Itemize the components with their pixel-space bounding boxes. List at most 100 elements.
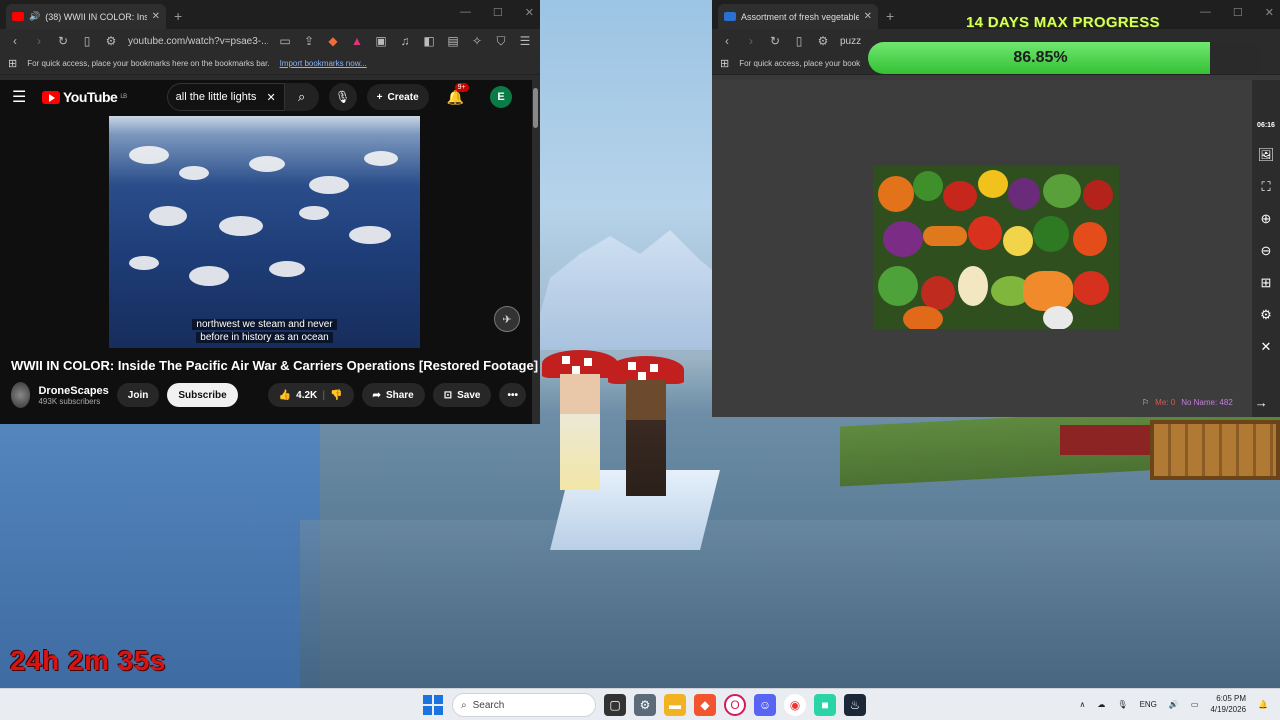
hamburger-menu-icon[interactable]: ☰ <box>12 87 32 107</box>
grid-icon[interactable]: ⊞ <box>1261 267 1272 299</box>
brave-shield-icon[interactable]: ◆ <box>326 34 340 48</box>
puzzle-timer: 06:16 <box>1257 122 1275 129</box>
next-arrow-icon[interactable]: → <box>1255 395 1268 410</box>
fullscreen-icon[interactable]: ⛶ <box>1261 171 1270 203</box>
volume-icon[interactable]: 🔊 <box>1169 700 1179 709</box>
network-icon[interactable]: ▭ <box>1191 700 1199 709</box>
cast-icon[interactable]: ▭ <box>278 34 292 48</box>
clear-search-icon[interactable]: ✕ <box>266 91 275 104</box>
bookmarks-hint: For quick access, place your bookmarks h… <box>27 59 270 68</box>
apps-grid-icon[interactable]: ⊞ <box>720 57 729 70</box>
share-icon[interactable]: ⇪ <box>302 34 316 48</box>
media-icon[interactable]: ♫ <box>398 34 412 48</box>
reload-icon[interactable]: ↻ <box>56 34 70 48</box>
maximize-icon[interactable]: ☐ <box>493 6 503 19</box>
minimize-icon[interactable]: — <box>460 6 471 19</box>
sidebar-icon[interactable]: ◧ <box>422 34 436 48</box>
video-player[interactable]: northwest we steam and never before in h… <box>109 116 420 348</box>
tabs-icon[interactable]: ▣ <box>374 34 388 48</box>
app-icon[interactable]: ■ <box>814 694 836 716</box>
opera-icon[interactable]: O <box>724 694 746 716</box>
channel-name[interactable]: DroneScapes <box>38 385 108 397</box>
red-block <box>1060 425 1160 455</box>
import-bookmarks-link[interactable]: Import bookmarks now... <box>280 59 367 68</box>
bookmark-icon[interactable]: ▯ <box>792 34 806 48</box>
back-icon[interactable]: ‹ <box>720 34 734 48</box>
menu-icon[interactable]: ☰ <box>518 34 532 48</box>
zoom-out-icon[interactable]: ⊖ <box>1261 235 1272 267</box>
vegetables-puzzle-image[interactable] <box>873 166 1119 329</box>
close-tab-icon[interactable]: ✕ <box>152 11 160 22</box>
apps-grid-icon[interactable]: ⊞ <box>8 57 17 70</box>
search-value: all the little lights <box>175 91 257 103</box>
create-label: Create <box>387 91 419 103</box>
reload-icon[interactable]: ↻ <box>768 34 782 48</box>
notifications-icon[interactable]: 🔔 <box>1258 700 1268 709</box>
discord-icon[interactable]: ☺ <box>754 694 776 716</box>
progress-label: 86.85% <box>1013 49 1068 66</box>
account-avatar[interactable]: E <box>490 86 513 108</box>
voice-search-button[interactable]: 🎙 <box>328 83 357 111</box>
steam-icon[interactable]: ♨ <box>844 694 866 716</box>
create-button[interactable]: + Create <box>366 84 429 110</box>
wallet-icon[interactable]: ▤ <box>446 34 460 48</box>
dislike-icon[interactable]: 👎 <box>330 390 342 401</box>
chrome-icon[interactable]: ◉ <box>784 694 806 716</box>
channel-avatar[interactable] <box>11 382 31 408</box>
clock[interactable]: 6:05 PM 4/19/2026 <box>1210 693 1246 715</box>
site-info-icon[interactable]: ⚙ <box>104 34 118 48</box>
save-button[interactable]: ⊡ Save <box>432 383 492 407</box>
vpn-icon[interactable]: ⛉ <box>494 34 508 49</box>
share-button[interactable]: ➦ Share <box>361 383 425 407</box>
youtube-page: ☰ YouTube LB all the little lights ✕ ⌕ 🎙… <box>0 80 538 424</box>
clock-date: 4/19/2026 <box>1210 705 1247 714</box>
youtube-logo[interactable]: YouTube LB <box>42 89 127 105</box>
subscribe-button[interactable]: Subscribe <box>167 383 238 407</box>
channel-watermark-icon[interactable]: ✈ <box>494 306 520 332</box>
back-icon[interactable]: ‹ <box>8 34 22 48</box>
search-button[interactable]: ⌕ <box>284 83 319 111</box>
address-input[interactable]: youtube.com/watch?v=psae3-... <box>128 36 268 47</box>
site-info-icon[interactable]: ⚙ <box>816 34 830 48</box>
youtube-search-input[interactable]: all the little lights ✕ <box>166 83 285 111</box>
mic-icon[interactable]: 🎙 <box>1117 700 1127 709</box>
scrollbar[interactable] <box>533 88 538 128</box>
close-window-icon[interactable]: ✕ <box>1265 6 1274 19</box>
file-explorer-icon[interactable]: ▬ <box>664 694 686 716</box>
progress-title: 14 DAYS MAX PROGRESS <box>966 14 1160 31</box>
youtube-logo-text: YouTube <box>63 89 118 105</box>
maximize-icon[interactable]: ☐ <box>1233 6 1243 19</box>
save-label: Save <box>457 389 481 401</box>
forward-icon[interactable]: › <box>744 34 758 48</box>
tab-youtube[interactable]: 🔊 (38) WWII IN COLOR: Inside T ✕ <box>6 4 166 29</box>
like-count[interactable]: 4.2K <box>296 390 317 401</box>
close-tab-icon[interactable]: ✕ <box>864 11 872 22</box>
new-tab-button[interactable]: + <box>886 8 894 24</box>
image-preview-icon[interactable]: 🖼 <box>1258 139 1275 171</box>
taskbar-search[interactable]: ⌕ Search <box>452 693 596 717</box>
leo-icon[interactable]: ✧ <box>470 34 484 48</box>
close-icon[interactable]: ✕ <box>1261 331 1272 363</box>
task-view-icon[interactable]: ▢ <box>604 694 626 716</box>
tray-overflow-icon[interactable]: ∧ <box>1080 700 1086 709</box>
new-tab-button[interactable]: + <box>174 8 182 24</box>
notifications-button[interactable]: 🔔 9+ <box>447 82 469 106</box>
settings-app-icon[interactable]: ⚙ <box>634 694 656 716</box>
settings-gear-icon[interactable]: ⚙ <box>1260 299 1272 331</box>
zoom-in-icon[interactable]: ⊕ <box>1261 203 1272 235</box>
brave-rewards-icon[interactable]: ▲ <box>350 34 364 48</box>
forward-icon[interactable]: › <box>32 34 46 48</box>
audio-icon[interactable]: 🔊 <box>29 11 40 22</box>
windows-start-icon[interactable] <box>422 694 444 716</box>
like-icon[interactable]: 👍 <box>279 390 291 401</box>
close-window-icon[interactable]: ✕ <box>525 6 534 19</box>
minimize-icon[interactable]: — <box>1200 6 1211 19</box>
join-button[interactable]: Join <box>116 383 160 407</box>
language-indicator[interactable]: ENG <box>1140 700 1157 709</box>
cloud-icon[interactable]: ☁ <box>1097 700 1105 709</box>
bookmark-icon[interactable]: ▯ <box>80 34 94 48</box>
tab-puzzle[interactable]: Assortment of fresh vegetables ✕ <box>718 4 878 29</box>
more-actions-button[interactable]: ••• <box>499 383 526 407</box>
puzzle-board[interactable] <box>712 80 1252 417</box>
brave-browser-icon[interactable]: ◆ <box>694 694 716 716</box>
